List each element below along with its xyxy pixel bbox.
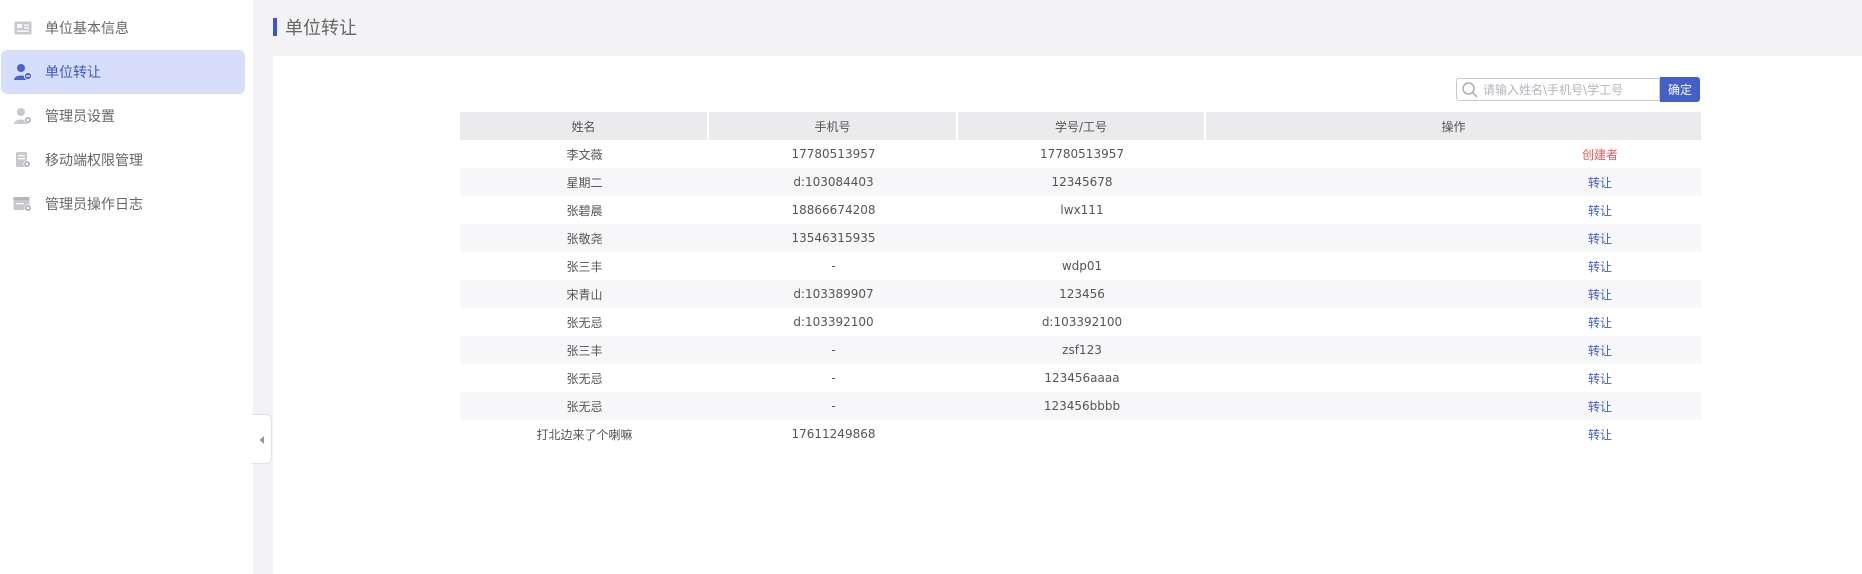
transfer-link[interactable]: 转让 — [1499, 174, 1701, 191]
cell-action: 转让 — [1206, 426, 1701, 443]
table-row: 张三丰 - zsf123 转让 — [460, 336, 1701, 364]
search-input[interactable] — [1483, 79, 1653, 100]
cell-action: 转让 — [1206, 174, 1701, 191]
confirm-button[interactable]: 确定 — [1660, 77, 1700, 102]
column-header-name: 姓名 — [460, 112, 709, 140]
cell-name: 张三丰 — [566, 259, 603, 274]
transfer-link[interactable]: 转让 — [1499, 370, 1701, 387]
transfer-link[interactable]: 转让 — [1499, 258, 1701, 275]
transfer-link[interactable]: 转让 — [1499, 314, 1701, 331]
cell-action: 转让 — [1206, 398, 1701, 415]
sidebar-item-transfer[interactable]: 单位转让 — [1, 50, 245, 94]
cell-name: 张无忌 — [566, 315, 603, 330]
caret-left-icon — [258, 430, 266, 449]
transfer-link[interactable]: 转让 — [1499, 230, 1701, 247]
column-header-id: 学号/工号 — [958, 112, 1206, 140]
cell-action: 转让 — [1206, 314, 1701, 331]
cell-id: 123456bbbb — [1043, 399, 1121, 413]
cell-action: 转让 — [1206, 258, 1701, 275]
cell-action: 转让 — [1206, 342, 1701, 359]
title-accent-bar — [273, 18, 277, 36]
transfer-link[interactable]: 转让 — [1499, 342, 1701, 359]
cell-phone: d:103392100 — [793, 315, 874, 329]
sidebar: 单位基本信息 单位转让 管理员设置 移动端权限管理 管理员操作日志 — [0, 0, 253, 574]
cell-phone: d:103084403 — [793, 175, 874, 189]
cell-action: 创建者 — [1206, 146, 1701, 163]
info-card-icon — [13, 18, 33, 38]
cell-name: 张三丰 — [566, 343, 603, 358]
sidebar-item-basic-info[interactable]: 单位基本信息 — [1, 6, 245, 50]
cell-phone: - — [831, 371, 836, 385]
creator-label: 创建者 — [1581, 147, 1618, 162]
table-row: 打北边来了个喇嘛 17611249868 转让 — [460, 420, 1701, 448]
cell-phone: 17780513957 — [791, 147, 876, 161]
transfer-link[interactable]: 转让 — [1499, 398, 1701, 415]
sidebar-item-label: 管理员操作日志 — [45, 197, 143, 213]
cell-name: 张敬尧 — [566, 231, 603, 246]
transfer-link[interactable]: 转让 — [1499, 286, 1701, 303]
cell-id: 12345678 — [1051, 175, 1113, 189]
transfer-link[interactable]: 转让 — [1499, 426, 1701, 443]
cell-phone: d:103389907 — [793, 287, 874, 301]
cell-name: 张无忌 — [566, 399, 603, 414]
sidebar-item-label: 单位转让 — [45, 65, 101, 81]
cell-phone: - — [831, 259, 836, 273]
table-row: 张敬尧 13546315935 转让 — [460, 224, 1701, 252]
cell-phone: 17611249868 — [791, 427, 876, 441]
cell-name: 打北边来了个喇嘛 — [536, 427, 633, 442]
search-icon — [1461, 81, 1479, 99]
page-title: 单位转让 — [285, 18, 357, 39]
cell-id: 17780513957 — [1040, 147, 1124, 161]
sidebar-collapse-button[interactable] — [252, 414, 272, 464]
table-header-row: 姓名 手机号 学号/工号 操作 — [460, 112, 1701, 140]
user-transfer-icon — [13, 62, 33, 82]
table-row: 李文薇 17780513957 17780513957 创建者 — [460, 140, 1701, 168]
cell-action: 转让 — [1206, 286, 1701, 303]
cell-id: zsf123 — [1062, 343, 1102, 357]
sidebar-item-label: 移动端权限管理 — [45, 153, 143, 169]
sidebar-item-label: 单位基本信息 — [45, 21, 129, 37]
sidebar-item-admin-log[interactable]: 管理员操作日志 — [1, 182, 245, 226]
member-table: 姓名 手机号 学号/工号 操作 李文薇 17780513957 1778051395… — [460, 112, 1701, 448]
table-row: 宋青山 d:103389907 123456 转让 — [460, 280, 1701, 308]
table-row: 张无忌 - 123456aaaa 转让 — [460, 364, 1701, 392]
search-box — [1456, 78, 1660, 101]
cell-id: d:103392100 — [1041, 315, 1123, 329]
cell-name: 李文薇 — [566, 147, 603, 162]
column-header-action: 操作 — [1441, 119, 1466, 134]
sidebar-item-admin-settings[interactable]: 管理员设置 — [1, 94, 245, 138]
table-row: 星期二 d:103084403 12345678 转让 — [460, 168, 1701, 196]
cell-phone: 18866674208 — [791, 203, 876, 217]
admin-gear-icon — [13, 106, 33, 126]
log-gear-icon — [13, 194, 33, 214]
cell-phone: 13546315935 — [791, 231, 876, 245]
cell-name: 宋青山 — [566, 287, 603, 302]
table-row: 张无忌 d:103392100 d:103392100 转让 — [460, 308, 1701, 336]
sidebar-item-mobile-permission[interactable]: 移动端权限管理 — [1, 138, 245, 182]
column-header-phone: 手机号 — [709, 112, 958, 140]
cell-id: 123456aaaa — [1044, 371, 1120, 385]
sidebar-item-label: 管理员设置 — [45, 109, 115, 125]
table-row: 张三丰 - wdp01 转让 — [460, 252, 1701, 280]
table-body: 李文薇 17780513957 17780513957 创建者星期二 d:1030844… — [460, 140, 1701, 448]
transfer-link[interactable]: 转让 — [1499, 202, 1701, 219]
table-row: 张无忌 - 123456bbbb 转让 — [460, 392, 1701, 420]
cell-name: 星期二 — [566, 175, 603, 190]
cell-id: wdp01 — [1061, 259, 1103, 273]
cell-action: 转让 — [1206, 370, 1701, 387]
cell-action: 转让 — [1206, 202, 1701, 219]
cell-phone: - — [831, 399, 836, 413]
cell-id: lwx111 — [1060, 203, 1104, 217]
mobile-permission-icon — [13, 150, 33, 170]
cell-phone: - — [831, 343, 836, 357]
cell-name: 张碧晨 — [566, 203, 603, 218]
table-row: 张碧晨 18866674208 lwx111 转让 — [460, 196, 1701, 224]
cell-action: 转让 — [1206, 230, 1701, 247]
cell-name: 张无忌 — [566, 371, 603, 386]
cell-id: 123456 — [1059, 287, 1105, 301]
page-header: 单位转让 — [273, 16, 357, 39]
